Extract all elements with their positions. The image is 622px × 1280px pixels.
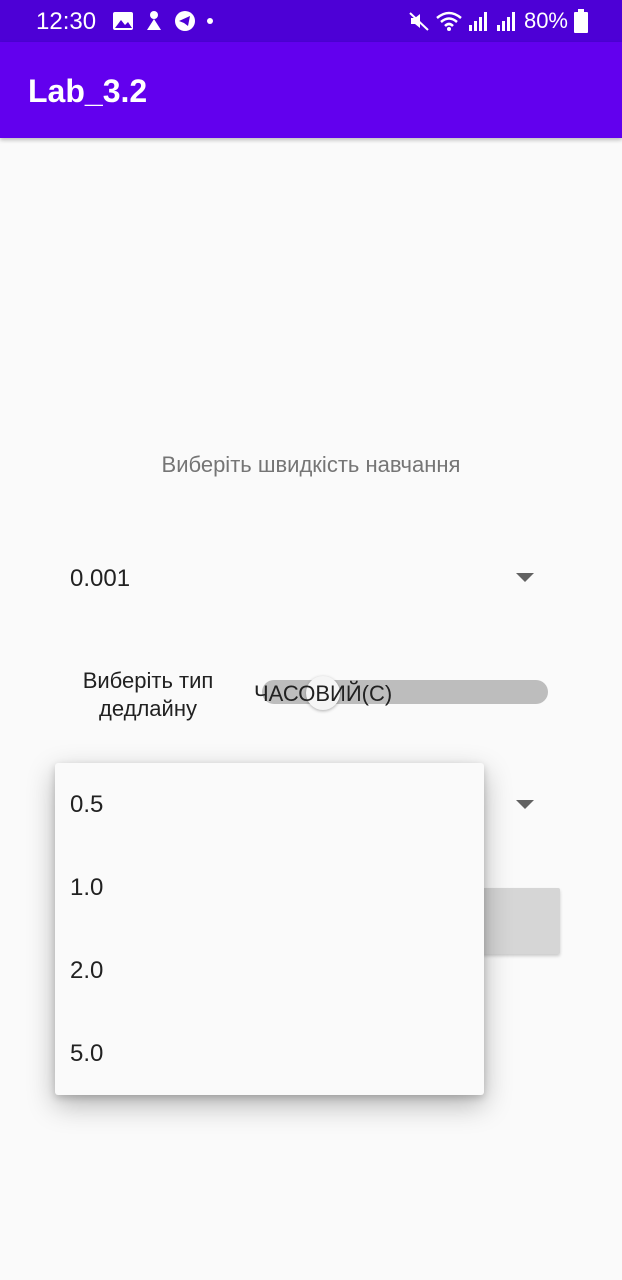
dropdown-option-label: 5.0 xyxy=(70,1040,104,1067)
signal-icon xyxy=(496,12,515,31)
deadline-label-line2: дедлайну xyxy=(99,696,197,721)
deadline-switch-label: ЧАСОВИЙ(С) xyxy=(254,681,393,706)
wifi-icon xyxy=(436,11,462,31)
dropdown-option-label: 2.0 xyxy=(70,957,104,984)
status-time: 12:30 xyxy=(36,8,97,35)
status-bar: 12:30 80% xyxy=(0,0,622,42)
deadline-label-line1: Виберіть тип xyxy=(82,668,214,693)
learning-rate-prompt: Виберіть швидкість навчання xyxy=(161,452,461,477)
dropdown-arrow-icon xyxy=(516,573,534,582)
mute-icon xyxy=(409,12,429,31)
dropdown-option-5-0[interactable]: 5.0 xyxy=(55,1012,484,1095)
learning-rate-spinner[interactable]: 0.001 xyxy=(70,559,540,599)
notification-icons xyxy=(112,10,214,32)
dropdown-popup: 0.5 1.0 2.0 5.0 xyxy=(55,763,484,1095)
dropdown-option-2-0[interactable]: 2.0 xyxy=(55,929,484,1012)
app-title: Lab_3.2 xyxy=(28,73,148,109)
dropdown-option-label: 0.5 xyxy=(70,791,104,818)
battery-icon xyxy=(574,9,588,33)
gallery-icon xyxy=(113,12,133,30)
figure-icon xyxy=(147,11,161,30)
telegram-icon xyxy=(175,11,195,31)
signal-icon xyxy=(468,12,487,31)
dropdown-option-label: 1.0 xyxy=(70,874,104,901)
deadline-type-label: Виберіть тип дедлайну xyxy=(60,667,236,723)
battery-percent: 80% xyxy=(523,8,568,33)
dropdown-arrow-icon xyxy=(516,800,534,809)
dropdown-option-0-5[interactable]: 0.5 xyxy=(55,763,484,846)
learning-rate-selected-value: 0.001 xyxy=(70,565,131,592)
dot-icon xyxy=(207,18,213,24)
dropdown-option-1-0[interactable]: 1.0 xyxy=(55,846,484,929)
app-bar: Lab_3.2 xyxy=(0,42,622,138)
action-button[interactable] xyxy=(482,888,560,954)
status-right: 80% xyxy=(408,8,588,34)
